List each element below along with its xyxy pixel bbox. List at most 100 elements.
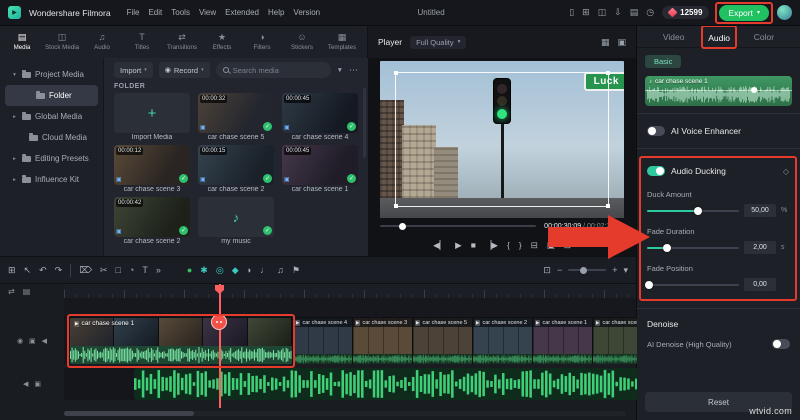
menu-item[interactable]: Tools bbox=[171, 8, 190, 17]
crop-icon[interactable]: □ bbox=[115, 266, 120, 275]
text-icon[interactable]: T bbox=[142, 266, 148, 275]
menu-item[interactable]: Edit bbox=[148, 8, 162, 17]
chevron-icon[interactable]: ▸ bbox=[11, 156, 18, 162]
media-tab[interactable]: T Titles bbox=[122, 33, 162, 51]
media-item[interactable]: ▣ + ♪ ✓ Import Media bbox=[114, 93, 190, 143]
timeline-clip[interactable]: ▶ car chase scene 2 bbox=[472, 318, 532, 364]
tab-audio[interactable]: Audio bbox=[708, 33, 730, 43]
menu-item[interactable]: Help bbox=[268, 8, 284, 17]
fullscreen-icon[interactable]: ⊡ bbox=[564, 241, 571, 250]
preview-window-icon[interactable]: ▣ bbox=[617, 37, 626, 48]
delete-icon[interactable]: ⌦ bbox=[79, 266, 92, 275]
track-manager-icon[interactable]: ▤ bbox=[23, 287, 31, 296]
empty-track-lane[interactable] bbox=[64, 298, 636, 318]
basic-subtab[interactable]: Basic bbox=[645, 55, 681, 68]
record-button[interactable]: ◉ Record ▾ bbox=[159, 62, 210, 78]
marker-icon[interactable]: ⚑ bbox=[292, 266, 300, 275]
sidebar-item[interactable]: ▸ Influence Kit bbox=[5, 169, 98, 190]
notification-icon[interactable]: ◷ bbox=[646, 8, 654, 17]
avatar[interactable] bbox=[777, 5, 792, 20]
zoom-in-icon[interactable]: + bbox=[612, 266, 617, 275]
track-lock-icon[interactable]: ▣ bbox=[29, 337, 36, 345]
zoom-fit-icon[interactable]: ⊡ bbox=[543, 266, 551, 275]
slider-handle[interactable] bbox=[663, 244, 671, 252]
search-input[interactable] bbox=[233, 66, 324, 75]
media-tab[interactable]: ★ Effects bbox=[202, 33, 242, 51]
stop-icon[interactable]: ■ bbox=[471, 241, 476, 250]
phone-mirror-icon[interactable]: ▯ bbox=[569, 8, 574, 17]
previous-frame-icon[interactable]: ◀▏ bbox=[433, 241, 446, 250]
parameter-slider[interactable] bbox=[647, 284, 739, 286]
next-frame-icon[interactable]: ▕▶ bbox=[485, 241, 498, 250]
volume-envelope-handle[interactable] bbox=[751, 87, 757, 93]
media-item[interactable]: 00:00:12 ▣ + ♪ ✓ car chase scene 3 bbox=[114, 145, 190, 195]
menu-item[interactable]: View bbox=[199, 8, 216, 17]
play-icon[interactable]: ▶ bbox=[455, 241, 462, 250]
apps-icon[interactable]: ⊞ bbox=[582, 8, 590, 17]
screen-recorder-icon[interactable]: ◫ bbox=[598, 8, 607, 17]
timeline-clip[interactable]: ▶ car chase scene 4 bbox=[292, 318, 352, 364]
pointer-icon[interactable]: ↖ bbox=[24, 266, 32, 275]
undo-icon[interactable]: ↶ bbox=[39, 266, 47, 275]
menu-item[interactable]: Extended bbox=[225, 8, 259, 17]
collapse-icon[interactable]: ▾ bbox=[623, 266, 628, 275]
audio-mixer-icon[interactable]: ♫ bbox=[277, 266, 284, 275]
voice-enhancer-toggle[interactable] bbox=[647, 126, 665, 136]
media-tab[interactable]: ⇄ Transitions bbox=[162, 33, 202, 51]
import-button[interactable]: Import ▾ bbox=[114, 62, 153, 78]
keyframe-icon[interactable]: ◆ bbox=[232, 266, 239, 275]
media-item[interactable]: 00:00:45 ▣ + ♪ ✓ car chase scene 4 bbox=[282, 93, 358, 143]
audio-clip-card[interactable]: ♪ car chase scene 1 bbox=[645, 76, 792, 106]
more-tools-icon[interactable]: » bbox=[156, 266, 161, 275]
seek-bar[interactable] bbox=[380, 225, 536, 227]
media-tab[interactable]: ◑ Filters bbox=[242, 33, 282, 51]
timeline-clip[interactable]: ▶ car chase scene 3 bbox=[592, 318, 637, 364]
keyframe-icon[interactable]: ◇ bbox=[783, 167, 789, 176]
media-item[interactable]: ▣ + ♪ ✓ my music bbox=[198, 197, 274, 247]
timeline-scrollbar[interactable] bbox=[64, 411, 626, 416]
media-tab[interactable]: ▤ Media bbox=[2, 33, 42, 51]
slider-handle[interactable] bbox=[694, 207, 702, 215]
parameter-value-input[interactable]: 2,00 bbox=[744, 241, 776, 254]
menu-item[interactable]: File bbox=[127, 8, 140, 17]
playhead-split-handle[interactable] bbox=[211, 314, 227, 330]
media-item[interactable]: 00:00:42 ▣ + ♪ ✓ car chase scene 2 bbox=[114, 197, 190, 247]
video-preview[interactable]: Luck bbox=[380, 61, 624, 218]
media-tab[interactable]: ☺ Stickers bbox=[282, 33, 322, 51]
grid-view-icon[interactable]: ▦ bbox=[601, 37, 610, 48]
download-center-icon[interactable]: ⇩ bbox=[614, 8, 622, 17]
credits-badge[interactable]: 12599 bbox=[662, 6, 709, 19]
media-item[interactable]: 00:00:45 ▣ + ♪ ✓ car chase scene 1 bbox=[282, 145, 358, 195]
playhead[interactable] bbox=[219, 284, 221, 408]
ai-denoise-toggle[interactable] bbox=[772, 339, 790, 349]
parameter-slider[interactable] bbox=[647, 247, 739, 249]
sidebar-item[interactable]: ▾ Project Media bbox=[5, 64, 98, 85]
menu-item[interactable]: Version bbox=[293, 8, 320, 17]
media-item[interactable]: 00:00:32 ▣ + ♪ ✓ car chase scene 5 bbox=[198, 93, 274, 143]
chevron-icon[interactable]: ▾ bbox=[11, 72, 18, 78]
search-box[interactable] bbox=[216, 62, 331, 78]
zoom-out-icon[interactable]: − bbox=[557, 266, 562, 275]
snapshot-icon[interactable]: ▣ bbox=[547, 241, 555, 250]
audio-mute-icon[interactable]: ◀ bbox=[23, 380, 28, 388]
media-tab[interactable]: ◫ Stock Media bbox=[42, 33, 82, 51]
parameter-value-input[interactable]: 50,00 bbox=[744, 204, 776, 217]
motion-track-icon[interactable]: ◎ bbox=[216, 266, 224, 275]
split-icon[interactable]: ✂ bbox=[100, 266, 108, 275]
workspace-layout-icon[interactable]: ⊞ bbox=[8, 266, 16, 275]
seek-handle[interactable] bbox=[399, 223, 406, 230]
sidebar-item[interactable]: Folder bbox=[5, 85, 98, 106]
timeline-zoom-slider[interactable] bbox=[568, 269, 606, 271]
voiceover-mic-icon[interactable]: ♩ bbox=[260, 266, 269, 275]
tab-video[interactable]: Video bbox=[663, 32, 685, 42]
sidebar-item[interactable]: ▸ Global Media bbox=[5, 106, 98, 127]
media-tab[interactable]: ▦ Templates bbox=[322, 33, 362, 51]
timeline-clip[interactable]: ▶ car chase scene 1 bbox=[532, 318, 592, 364]
track-mute-icon[interactable]: ◀ bbox=[42, 337, 47, 345]
quality-dropdown[interactable]: Full Quality ▾ bbox=[410, 36, 466, 49]
media-tab[interactable]: ♫ Audio bbox=[82, 33, 122, 51]
speed-icon[interactable]: ◔ bbox=[129, 266, 134, 275]
link-clips-icon[interactable]: ⇄ bbox=[8, 287, 15, 296]
tab-color[interactable]: Color bbox=[754, 32, 774, 42]
track-visibility-icon[interactable]: ◉ bbox=[17, 337, 23, 345]
